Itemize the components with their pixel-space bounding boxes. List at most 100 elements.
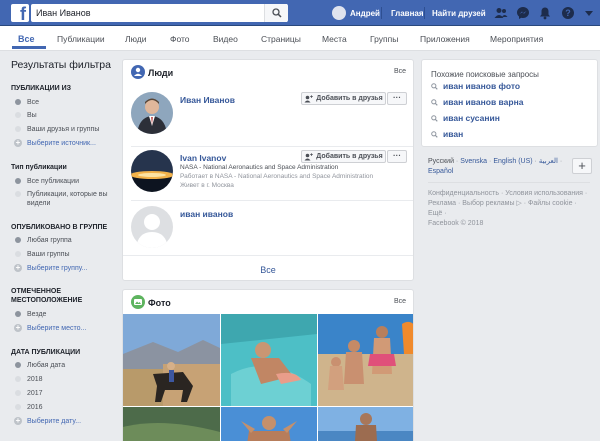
radio[interactable] xyxy=(15,126,21,132)
radio-selected[interactable] xyxy=(15,178,21,184)
divider xyxy=(381,7,382,19)
language-link[interactable]: Español xyxy=(428,168,453,175)
help-icon[interactable]: ? xyxy=(561,6,575,20)
more-options-button[interactable]: ··· xyxy=(387,150,407,163)
filter-title: Результаты фильтра xyxy=(11,59,111,71)
radio[interactable] xyxy=(15,191,21,197)
divider xyxy=(131,146,413,147)
related-search-item[interactable]: иван иванов фото xyxy=(431,81,520,91)
person-name[interactable]: Иван Иванов xyxy=(180,95,235,105)
find-friends-link[interactable]: Найти друзей xyxy=(432,9,486,18)
search-button[interactable] xyxy=(264,4,288,22)
filter-option[interactable]: 2016 xyxy=(27,403,43,412)
photo-thumbnail[interactable] xyxy=(123,314,220,406)
choose-place-link[interactable]: Выберите место... xyxy=(27,324,86,333)
radio-selected[interactable] xyxy=(15,362,21,368)
radio[interactable] xyxy=(15,404,21,410)
filter-heading: ДАТА ПУБЛИКАЦИИ xyxy=(11,349,81,356)
person-location: Живет в г. Москва xyxy=(180,182,234,189)
person-name[interactable]: иван иванов xyxy=(180,209,233,219)
photo-thumbnail[interactable] xyxy=(221,407,317,441)
filter-option[interactable]: Все xyxy=(27,98,39,107)
tab-videos[interactable]: Видео xyxy=(213,34,238,44)
filter-option[interactable]: Все публикации xyxy=(27,177,79,186)
photo-thumbnail[interactable] xyxy=(318,407,413,441)
tab-posts[interactable]: Публикации xyxy=(57,34,105,44)
radio-selected[interactable] xyxy=(15,311,21,317)
plus-icon: + xyxy=(14,323,22,332)
tab-people[interactable]: Люди xyxy=(125,34,146,44)
list-item: иван иванов xyxy=(123,206,413,258)
filter-heading: Тип публикации xyxy=(11,164,67,171)
related-search-item[interactable]: иван xyxy=(431,129,463,139)
divider xyxy=(424,7,425,19)
filter-option[interactable]: Ваши друзья и группы xyxy=(27,125,99,134)
avatar[interactable] xyxy=(131,150,173,192)
tab-all[interactable]: Все xyxy=(18,34,35,44)
choose-source-link[interactable]: Выберите источник... xyxy=(27,139,96,148)
messenger-icon[interactable] xyxy=(516,6,530,20)
avatar[interactable] xyxy=(131,92,173,134)
avatar xyxy=(332,6,346,20)
filter-option[interactable]: Везде xyxy=(27,310,46,319)
language-link[interactable]: العربية xyxy=(539,158,558,165)
people-see-all-link[interactable]: Все xyxy=(394,68,406,75)
radio[interactable] xyxy=(15,390,21,396)
plus-icon: + xyxy=(14,263,22,272)
add-friend-button[interactable]: Добавить в друзья xyxy=(301,150,386,163)
related-search-item[interactable]: иван иванов варна xyxy=(431,97,523,107)
related-search-item[interactable]: иван сусанин xyxy=(431,113,500,123)
radio-selected[interactable] xyxy=(15,99,21,105)
filter-option[interactable]: Любая дата xyxy=(27,361,65,370)
person-name[interactable]: Ivan Ivanov xyxy=(180,153,226,163)
search-icon xyxy=(431,130,438,138)
language-link[interactable]: Svenska xyxy=(460,158,487,165)
tab-photos[interactable]: Фото xyxy=(170,34,190,44)
search-icon xyxy=(431,114,438,122)
tab-events[interactable]: Мероприятия xyxy=(490,34,543,44)
filter-option[interactable]: Публикации, которые вы видели xyxy=(27,190,111,208)
search-filter-tabs: Все Публикации Люди Фото Видео Страницы … xyxy=(0,26,600,51)
photo-thumbnail[interactable] xyxy=(123,407,220,441)
filter-option[interactable]: Вы xyxy=(27,111,37,120)
choose-date-link[interactable]: Выберите дату... xyxy=(27,417,81,426)
home-link[interactable]: Главная xyxy=(391,9,424,18)
language-link[interactable]: English (US) xyxy=(493,158,532,165)
account-menu-caret-icon[interactable] xyxy=(582,6,596,20)
radio[interactable] xyxy=(15,112,21,118)
filter-option[interactable]: 2017 xyxy=(27,389,43,398)
tab-groups[interactable]: Группы xyxy=(370,34,398,44)
photos-title: Фото xyxy=(148,298,171,308)
see-all-people-link[interactable]: Все xyxy=(123,265,413,275)
filter-option[interactable]: 2018 xyxy=(27,375,43,384)
search-input[interactable] xyxy=(31,4,287,22)
related-search-label: иван сусанин xyxy=(443,113,500,123)
choose-group-link[interactable]: Выберите группу... xyxy=(27,264,87,273)
friend-requests-icon[interactable] xyxy=(494,6,508,20)
filter-option[interactable]: Любая группа xyxy=(27,236,72,245)
list-item: Иван Иванов Добавить в друзья ··· xyxy=(123,92,413,144)
more-options-button[interactable]: ··· xyxy=(387,92,407,105)
default-avatar[interactable] xyxy=(131,206,173,248)
radio[interactable] xyxy=(15,376,21,382)
plus-icon: + xyxy=(14,416,22,425)
tab-apps[interactable]: Приложения xyxy=(420,34,470,44)
photo-thumbnail[interactable] xyxy=(221,314,317,406)
radio[interactable] xyxy=(15,251,21,257)
filter-option[interactable]: Ваши группы xyxy=(27,250,70,259)
add-friend-button[interactable]: Добавить в друзья xyxy=(301,92,386,105)
divider xyxy=(123,255,413,256)
tab-pages[interactable]: Страницы xyxy=(261,34,301,44)
profile-link[interactable]: Андрей xyxy=(332,5,380,21)
facebook-logo-icon[interactable]: f xyxy=(11,4,29,22)
radio-selected[interactable] xyxy=(15,237,21,243)
photos-see-all-link[interactable]: Все xyxy=(394,298,406,305)
filter-heading: ОПУБЛИКОВАНО В ГРУППЕ xyxy=(11,224,108,231)
notifications-bell-icon[interactable] xyxy=(538,6,552,20)
photo-thumbnail[interactable] xyxy=(318,314,413,406)
tab-places[interactable]: Места xyxy=(322,34,347,44)
photo-icon xyxy=(131,295,145,309)
more-languages-button[interactable]: + xyxy=(572,158,592,174)
divider xyxy=(131,200,413,201)
footer-links[interactable]: Конфиденциальность · Условия использован… xyxy=(428,189,590,219)
